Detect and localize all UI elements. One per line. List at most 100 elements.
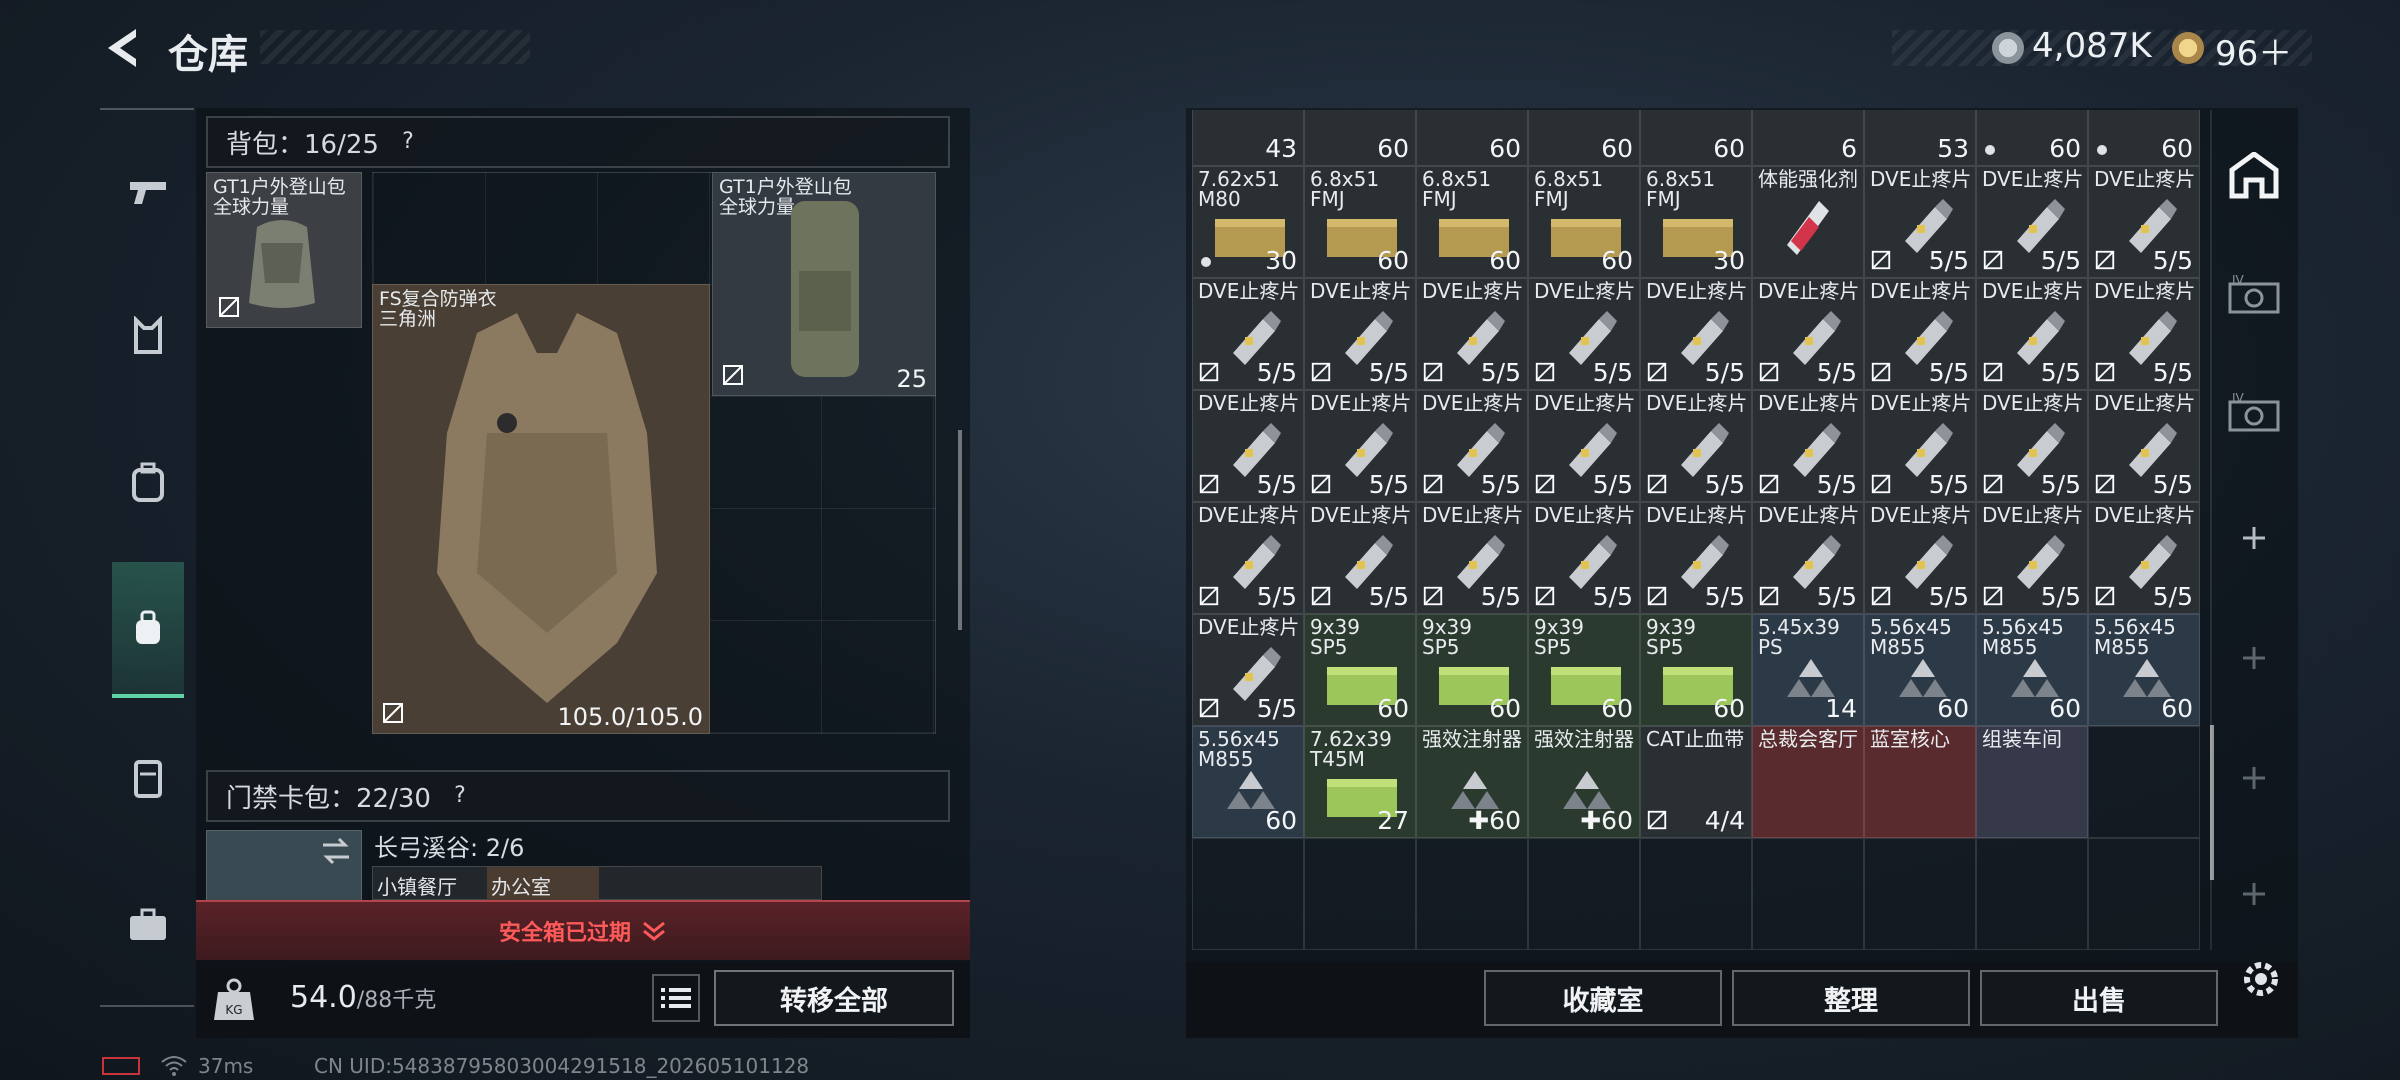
stash-slot[interactable]: DVE止疼片 5/5 [1976,166,2088,278]
stash-slot[interactable]: 60 [1416,110,1528,166]
stash-slot[interactable]: 60 [1304,110,1416,166]
help-icon[interactable]: ? [393,127,423,157]
nav-vest-icon[interactable] [112,742,184,814]
stash-slot[interactable]: 9x39 SP5 60 [1304,614,1416,726]
empty-slot[interactable] [1864,838,1976,950]
stash-tab-4-icon[interactable]: IV [2222,264,2286,328]
transfer-all-button[interactable]: 转移全部 [714,970,954,1026]
help-icon[interactable]: ? [445,781,475,811]
empty-slot[interactable] [1976,838,2088,950]
stash-slot[interactable]: 5.56x45 M855 60 [1976,614,2088,726]
armor-item[interactable]: FS复合防弹衣 三角洲 105.0/105.0 [372,284,710,734]
add-tab-icon[interactable] [2222,746,2286,810]
stash-slot[interactable]: 总裁会客厅 [1752,726,1864,838]
stash-slot[interactable]: 6.8x51 FMJ 60 [1304,166,1416,278]
stash-slot[interactable]: DVE止疼片 5/5 [1192,390,1304,502]
empty-slot[interactable] [1416,838,1528,950]
stash-slot[interactable]: 9x39 SP5 60 [1528,614,1640,726]
empty-slot[interactable] [1640,838,1752,950]
stash-slot[interactable]: DVE止疼片 5/5 [1864,390,1976,502]
stash-slot[interactable]: DVE止疼片 5/5 [1416,502,1528,614]
add-tab-icon[interactable] [2222,626,2286,690]
stash-slot[interactable]: DVE止疼片 5/5 [1528,278,1640,390]
nav-case-icon[interactable] [112,888,184,960]
stash-slot[interactable]: 6.8x51 FMJ 60 [1528,166,1640,278]
stash-slot[interactable]: DVE止疼片 5/5 [1304,502,1416,614]
keycard-slot[interactable]: 小镇餐厅 [377,871,457,900]
stash-slot[interactable]: DVE止疼片 5/5 [2088,502,2200,614]
stash-slot[interactable]: DVE止疼片 5/5 [1864,166,1976,278]
stash-slot[interactable]: 60 [1976,110,2088,166]
stash-slot[interactable]: DVE止疼片 5/5 [2088,390,2200,502]
stash-slot[interactable]: DVE止疼片 5/5 [1304,278,1416,390]
stash-slot[interactable]: 7.62x51 M80 30 [1192,166,1304,278]
stash-slot[interactable]: DVE止疼片 5/5 [1192,614,1304,726]
nav-weapons-icon[interactable] [112,156,184,228]
gear-icon[interactable] [2236,954,2286,1004]
stash-slot[interactable]: 7.62x39 T45M 27 [1304,726,1416,838]
stash-slot[interactable]: DVE止疼片 5/5 [2088,278,2200,390]
back-arrow-icon[interactable] [100,25,146,71]
empty-slot[interactable] [2088,726,2200,838]
backpack-item-tall[interactable]: GT1户外登山包 全球力量 25 [712,172,936,396]
stash-slot[interactable]: DVE止疼片 5/5 [1416,390,1528,502]
stash-slot[interactable]: DVE止疼片 5/5 [1416,278,1528,390]
stash-slot[interactable]: 5.56x45 M855 60 [1864,614,1976,726]
stash-slot[interactable]: 6.8x51 FMJ 30 [1640,166,1752,278]
stash-slot[interactable]: 6.8x51 FMJ 60 [1416,166,1528,278]
stash-slot[interactable]: 53 [1864,110,1976,166]
empty-slot[interactable] [1192,838,1304,950]
nav-container-tab[interactable] [112,562,184,698]
empty-slot[interactable] [1304,838,1416,950]
stash-slot[interactable]: 5.56x45 M855 60 [1192,726,1304,838]
stash-slot[interactable]: 60 [1640,110,1752,166]
stash-slot[interactable]: 体能强化剂 [1752,166,1864,278]
keycard-slot[interactable]: 办公室 [491,871,551,900]
stash-slot[interactable]: DVE止疼片 5/5 [1640,390,1752,502]
stash-slot[interactable]: DVE止疼片 5/5 [1192,502,1304,614]
keycard-pack-thumb[interactable] [206,830,362,906]
empty-slot[interactable] [1528,838,1640,950]
stash-tab-5-icon[interactable]: IV [2222,382,2286,446]
collection-button[interactable]: 收藏室 [1484,970,1722,1026]
stash-slot[interactable]: DVE止疼片 5/5 [1192,278,1304,390]
stash-slot[interactable]: DVE止疼片 5/5 [1752,278,1864,390]
gold-amount[interactable]: 96＋ [2215,26,2292,75]
add-tab-icon[interactable] [2222,506,2286,570]
stash-tab-home-icon[interactable] [2222,144,2286,208]
organize-button[interactable]: 整理 [1732,970,1970,1026]
stash-slot[interactable]: DVE止疼片 5/5 [1304,390,1416,502]
left-scrollbar[interactable] [958,430,962,630]
stash-slot[interactable]: DVE止疼片 5/5 [2088,166,2200,278]
stash-slot[interactable]: DVE止疼片 5/5 [1528,390,1640,502]
stash-slot[interactable]: DVE止疼片 5/5 [1864,502,1976,614]
stash-slot[interactable]: 6 [1752,110,1864,166]
stash-slot[interactable]: 9x39 SP5 60 [1640,614,1752,726]
sell-button[interactable]: 出售 [1980,970,2218,1026]
stash-slot[interactable]: 5.45x39 PS 14 [1752,614,1864,726]
safebox-expired-bar[interactable]: 安全箱已过期 [196,900,970,960]
stash-slot[interactable]: DVE止疼片 5/5 [1640,278,1752,390]
stash-slot[interactable]: 强效注射器 ✚60 [1416,726,1528,838]
stash-slot[interactable]: 43 [1192,110,1304,166]
stash-slot[interactable]: DVE止疼片 5/5 [1864,278,1976,390]
empty-slot[interactable] [1752,838,1864,950]
stash-slot[interactable]: DVE止疼片 5/5 [1976,278,2088,390]
stash-scrollbar[interactable] [2210,725,2214,880]
stash-slot[interactable]: 强效注射器 ✚60 [1528,726,1640,838]
stash-slot[interactable]: DVE止疼片 5/5 [1528,502,1640,614]
stash-slot[interactable]: 5.56x45 M855 60 [2088,614,2200,726]
stash-slot[interactable]: 蓝室核心 [1864,726,1976,838]
swap-icon[interactable] [319,837,353,865]
stash-slot[interactable]: 9x39 SP5 60 [1416,614,1528,726]
backpack-item-small[interactable]: GT1户外登山包 全球力量 [206,172,362,328]
list-view-button[interactable] [652,974,700,1022]
add-tab-icon[interactable] [2222,862,2286,926]
stash-slot[interactable]: DVE止疼片 5/5 [1752,502,1864,614]
stash-slot[interactable]: 60 [2088,110,2200,166]
stash-slot[interactable]: DVE止疼片 5/5 [1976,390,2088,502]
empty-slot[interactable] [2088,838,2200,950]
stash-slot[interactable]: DVE止疼片 5/5 [1640,502,1752,614]
stash-slot[interactable]: DVE止疼片 5/5 [1752,390,1864,502]
stash-slot[interactable]: 60 [1528,110,1640,166]
